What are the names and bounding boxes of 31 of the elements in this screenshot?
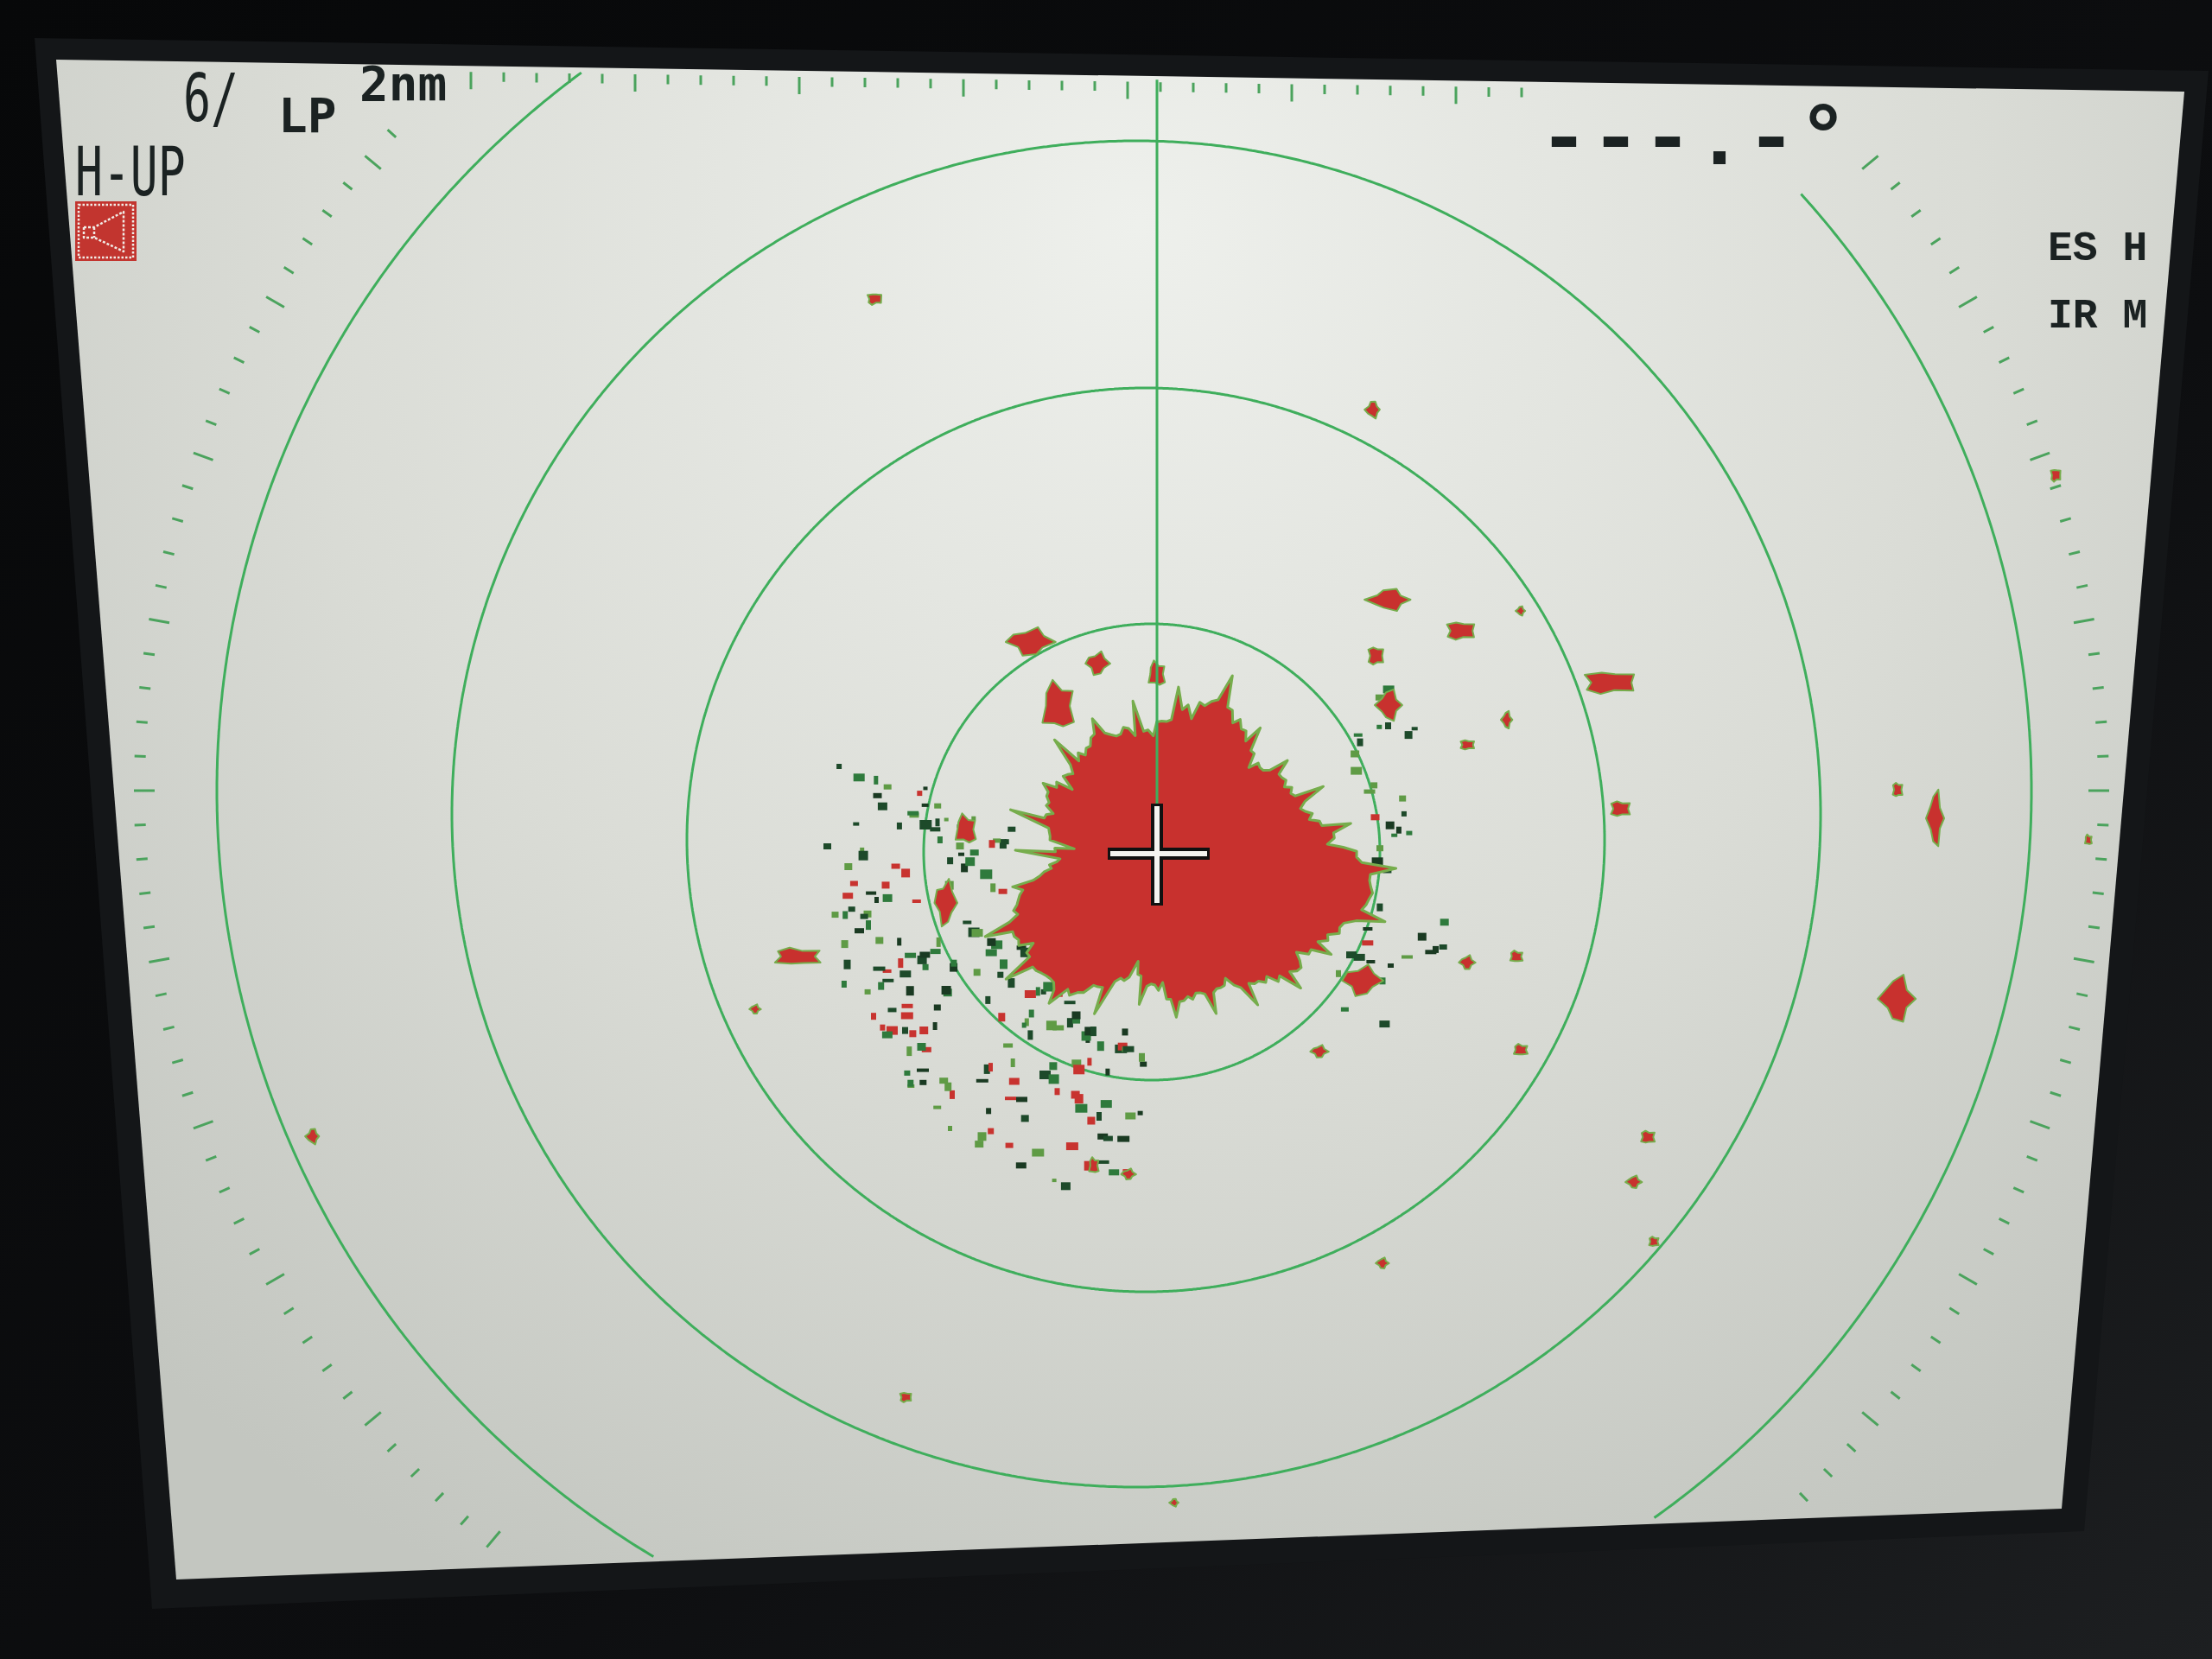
- radar-echo: [1648, 1236, 1660, 1247]
- radar-echo: [1583, 671, 1636, 696]
- radar-echo: [1363, 588, 1412, 613]
- radar-echo: [1168, 1497, 1179, 1508]
- radar-echo: [1877, 974, 1917, 1023]
- pulse-length-label: LP: [278, 92, 337, 140]
- radar-echo: [2050, 468, 2062, 483]
- megaphone-icon: [75, 201, 137, 261]
- radar-echo: [1925, 788, 1945, 848]
- radar-echo: [1500, 709, 1514, 729]
- side-label: ES H: [2048, 228, 2148, 270]
- range-scale-label: 6/: [183, 66, 239, 131]
- radar-echo: [2084, 833, 2093, 845]
- ring-interval-label: 2nm: [359, 60, 448, 108]
- radar-echo: [1891, 782, 1904, 798]
- radar-echo: [1509, 950, 1524, 963]
- radar-echo: [1513, 1043, 1529, 1056]
- radar-echo: [867, 293, 882, 306]
- radar-echo: [899, 1392, 912, 1403]
- radar-echo: [1610, 800, 1631, 817]
- radar-echo: [1363, 400, 1381, 420]
- radar-echo: [748, 1003, 762, 1015]
- radar-echo: [1515, 605, 1527, 617]
- radar-echo: [1624, 1174, 1643, 1189]
- orientation-mode-label: H-UP: [75, 138, 186, 206]
- radar-echo: [1375, 1256, 1390, 1269]
- heading-readout: ---.-°: [1538, 99, 1850, 185]
- crosshair-icon: [1108, 804, 1210, 906]
- radar-echo: [1640, 1129, 1656, 1144]
- radar-echo: [304, 1128, 321, 1146]
- side-label: IR M: [2048, 296, 2148, 337]
